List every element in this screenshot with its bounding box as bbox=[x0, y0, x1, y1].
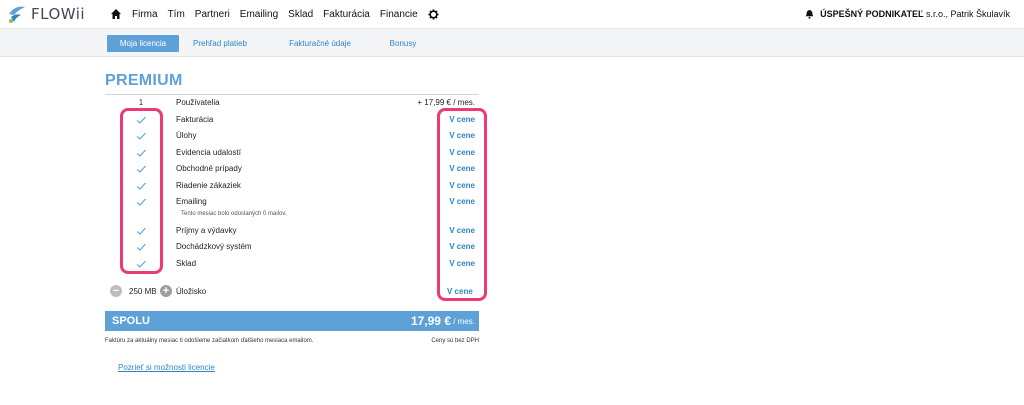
vat-note: Ceny sú bez DPH bbox=[431, 338, 479, 344]
account-user: s.r.o., Patrik Škulavík bbox=[925, 9, 1010, 19]
users-label: Používatelia bbox=[176, 98, 220, 107]
nav-item-financie[interactable]: Financie bbox=[380, 9, 418, 20]
tab-moja-licencia[interactable]: Moja licencia bbox=[107, 35, 179, 52]
flowii-logo[interactable]: FLOWii bbox=[6, 3, 85, 25]
feature-name: Riadenie zákaziek bbox=[176, 181, 241, 190]
nav-item-firma[interactable]: Firma bbox=[132, 9, 158, 20]
logo-text: FLOWii bbox=[31, 5, 86, 23]
home-icon[interactable] bbox=[110, 8, 122, 20]
included-highlight bbox=[437, 108, 487, 301]
gear-icon[interactable] bbox=[428, 8, 439, 20]
total-unit: / mes. bbox=[453, 317, 475, 326]
license-tabs: Moja licencia Prehľad platieb Fakturačné… bbox=[0, 28, 1024, 57]
feature-name: Príjmy a výdavky bbox=[176, 226, 237, 235]
account-company: ÚSPEŠNÝ PODNIKATEĽ bbox=[820, 9, 924, 19]
feature-name: Fakturácia bbox=[176, 115, 214, 124]
total-amount: 17,99 € bbox=[410, 314, 451, 328]
storage-label: Úložisko bbox=[176, 287, 207, 296]
tab-bonusy[interactable]: Bonusy bbox=[385, 35, 421, 52]
feature-name: Sklad bbox=[176, 259, 197, 268]
total-bar: SPOLU 17,99 € / mes. bbox=[105, 311, 479, 331]
checkmarks-highlight bbox=[120, 108, 163, 274]
users-row: 1 Používatelia + 17,99 € / mes. bbox=[105, 95, 479, 111]
invoice-note: Faktúru za aktuálny mesiac ti odošleme z… bbox=[105, 338, 314, 344]
feature-name: Evidencia udalostí bbox=[176, 148, 241, 157]
users-quantity: 1 bbox=[138, 98, 144, 107]
feature-name: Emailing bbox=[176, 197, 207, 206]
license-options-link[interactable]: Pozrieť si možnosti licencie bbox=[118, 363, 215, 372]
storage-increase-button[interactable]: + bbox=[160, 285, 172, 297]
flowii-logo-icon bbox=[9, 6, 25, 23]
top-navigation: FLOWii Firma Tím Partneri Emailing Sklad… bbox=[0, 0, 1024, 28]
plan-title: PREMIUM bbox=[105, 72, 183, 89]
users-price: + 17,99 € / mes. bbox=[417, 98, 475, 107]
storage-value: 250 MB bbox=[129, 287, 157, 296]
total-label: SPOLU bbox=[112, 315, 150, 327]
storage-decrease-button[interactable]: − bbox=[110, 285, 122, 297]
feature-name: Obchodné prípady bbox=[176, 164, 242, 173]
emailing-note: Tento mesiac bolo odoslaných 0 mailov. bbox=[181, 211, 287, 217]
tab-prehlad-platieb[interactable]: Prehľad platieb bbox=[187, 35, 253, 52]
main-menu: Firma Tím Partneri Emailing Sklad Faktur… bbox=[110, 0, 439, 28]
nav-item-sklad[interactable]: Sklad bbox=[288, 9, 313, 20]
nav-item-fakturacia[interactable]: Fakturácia bbox=[323, 9, 370, 20]
account-menu[interactable]: ÚSPEŠNÝ PODNIKATEĽ s.r.o., Patrik Škulav… bbox=[805, 0, 1010, 28]
nav-item-tim[interactable]: Tím bbox=[168, 9, 185, 20]
nav-item-partneri[interactable]: Partneri bbox=[195, 9, 230, 20]
nav-item-emailing[interactable]: Emailing bbox=[240, 9, 278, 20]
feature-name: Úlohy bbox=[176, 131, 197, 140]
tab-fakturacne-udaje[interactable]: Fakturačné údaje bbox=[280, 35, 360, 52]
feature-name: Dochádzkový systém bbox=[176, 242, 252, 251]
bell-icon[interactable] bbox=[805, 9, 814, 19]
